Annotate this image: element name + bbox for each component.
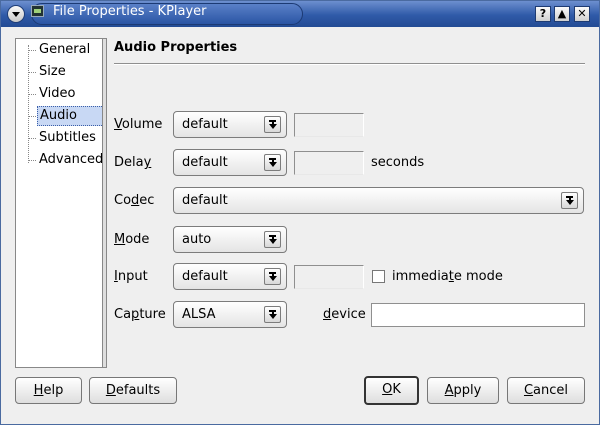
cancel-button[interactable]: Cancel: [507, 377, 585, 404]
ok-button[interactable]: OK: [364, 376, 419, 405]
dropdown-arrow-icon: [561, 192, 578, 209]
dropdown-arrow-icon: [264, 268, 281, 285]
volume-label: Volume: [114, 117, 163, 132]
dropdown-arrow-icon: [264, 116, 281, 133]
apply-button[interactable]: Apply: [427, 377, 499, 404]
tree-item-label: Video: [39, 86, 76, 101]
immediate-mode-label[interactable]: immediate mode: [392, 269, 503, 284]
tree-item-label: Size: [39, 64, 66, 79]
input-value-field[interactable]: [294, 265, 364, 289]
mode-value: auto: [182, 232, 212, 247]
delay-value-field[interactable]: [294, 151, 364, 175]
tree-branch: [28, 160, 36, 161]
title-bar[interactable]: File Properties - KPlayer ? ▲ ✕: [1, 1, 599, 27]
capture-combo[interactable]: ALSA: [173, 301, 287, 328]
defaults-button[interactable]: Defaults: [89, 377, 177, 404]
codec-combo[interactable]: default: [173, 187, 584, 214]
tree-branch: [28, 116, 36, 117]
mode-combo[interactable]: auto: [173, 226, 287, 253]
tree-item-label: Audio: [37, 106, 104, 126]
device-label: device: [323, 307, 366, 322]
tree-branch: [28, 72, 36, 73]
input-label: Input: [114, 269, 148, 284]
volume-combo[interactable]: default: [173, 111, 287, 138]
capture-label: Capture: [114, 307, 166, 322]
codec-value: default: [182, 193, 228, 208]
input-combo[interactable]: default: [173, 263, 287, 290]
tree-item-label: Advanced: [39, 152, 104, 167]
window-menu-icon[interactable]: [7, 5, 25, 23]
capture-value: ALSA: [182, 307, 216, 322]
device-input[interactable]: [371, 303, 585, 327]
dropdown-arrow-icon: [264, 231, 281, 248]
input-value: default: [182, 269, 228, 284]
close-icon[interactable]: ✕: [574, 6, 590, 22]
help-button[interactable]: Help: [15, 377, 82, 404]
dropdown-arrow-icon: [264, 154, 281, 171]
codec-label: Codec: [114, 193, 155, 208]
maximize-icon[interactable]: ▲: [554, 6, 570, 22]
mode-label: Mode: [114, 232, 150, 247]
tree-connector-line: [28, 45, 29, 163]
tree-scrollbar[interactable]: [102, 38, 107, 368]
tree-branch: [28, 50, 36, 51]
window-title: File Properties - KPlayer: [53, 4, 207, 19]
delay-unit: seconds: [371, 155, 425, 170]
immediate-mode-checkbox[interactable]: [372, 270, 385, 283]
dropdown-arrow-icon: [264, 306, 281, 323]
heading-divider: [114, 63, 585, 65]
category-tree[interactable]: General Size Video Audio Subtitles Advan…: [15, 38, 104, 368]
volume-value: default: [182, 117, 228, 132]
file-properties-window: File Properties - KPlayer ? ▲ ✕ General …: [0, 0, 600, 425]
volume-value-field[interactable]: [294, 113, 364, 137]
delay-combo[interactable]: default: [173, 149, 287, 176]
tree-item-label: Subtitles: [39, 130, 96, 145]
delay-label: Delay: [114, 155, 152, 170]
page-title: Audio Properties: [114, 40, 238, 55]
tree-item-label: General: [39, 42, 91, 57]
tree-branch: [28, 94, 36, 95]
help-icon[interactable]: ?: [535, 6, 551, 22]
kplayer-app-icon: [31, 5, 44, 17]
tree-branch: [28, 138, 36, 139]
delay-value: default: [182, 155, 228, 170]
